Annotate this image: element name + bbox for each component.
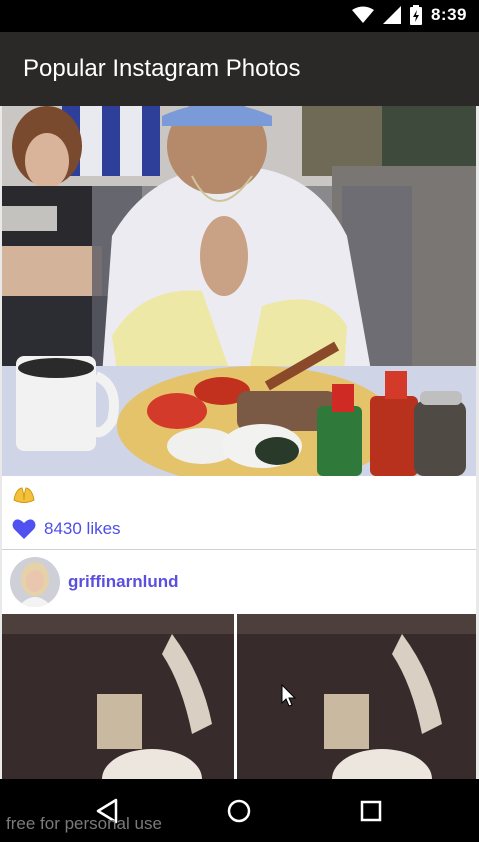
likes-row: 8430 likes [12, 516, 121, 542]
recents-button[interactable] [351, 794, 391, 828]
likes-count: 8430 likes [44, 519, 121, 538]
battery-charging-icon [409, 5, 422, 25]
recents-icon [360, 800, 382, 822]
cell-signal-icon [382, 6, 401, 24]
status-icons: 8:39 [351, 5, 467, 25]
post-author[interactable]: griffinarnlund [10, 557, 178, 607]
heart-icon[interactable] [12, 518, 36, 540]
username-link[interactable]: griffinarnlund [68, 572, 178, 592]
post-divider [2, 549, 476, 550]
post-photo[interactable] [2, 106, 476, 476]
app-title: Popular Instagram Photos [23, 55, 301, 82]
watermark: free for personal use [6, 814, 162, 833]
post-card-next[interactable] [2, 614, 476, 779]
avatar[interactable] [10, 557, 60, 607]
mouse-cursor-icon [281, 684, 297, 707]
hands-emoji-icon [13, 487, 35, 503]
home-icon [227, 799, 251, 823]
photo-feed[interactable]: 8430 likes griffinarnlund [0, 106, 479, 779]
post-card: 8430 likes griffinarnlund [2, 106, 476, 614]
post-caption [12, 486, 36, 508]
app-bar: Popular Instagram Photos [0, 32, 479, 106]
status-bar: 8:39 [0, 0, 479, 32]
status-time: 8:39 [430, 5, 467, 24]
home-button[interactable] [219, 794, 259, 828]
wifi-icon [351, 6, 374, 23]
